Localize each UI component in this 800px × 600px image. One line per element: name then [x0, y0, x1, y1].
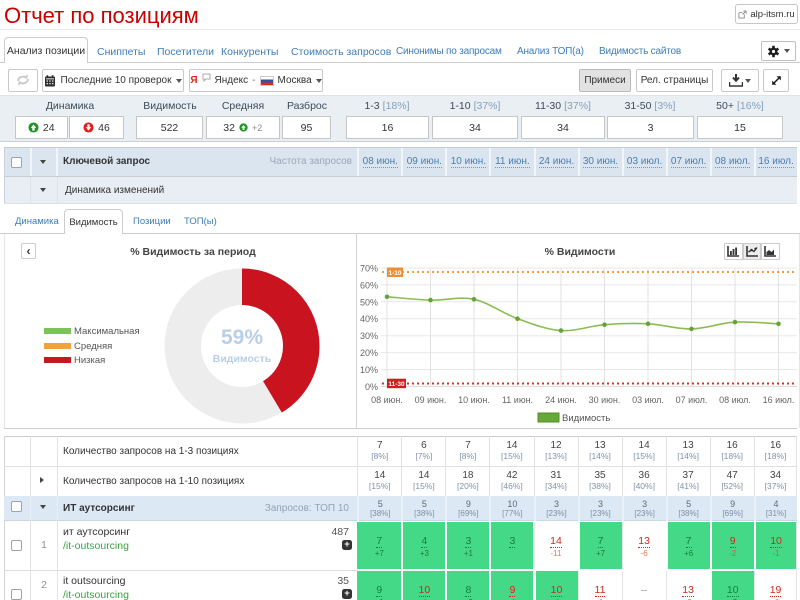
svg-text:03 июл.: 03 июл. [632, 395, 664, 405]
svg-text:50%: 50% [360, 297, 378, 307]
svg-text:70%: 70% [360, 264, 378, 274]
svg-text:10 июн.: 10 июн. [458, 395, 490, 405]
svg-text:08 июл.: 08 июл. [719, 395, 751, 405]
svg-text:1-10: 1-10 [388, 270, 401, 277]
svg-text:07 июл.: 07 июл. [676, 395, 708, 405]
svg-text:30 июн.: 30 июн. [589, 395, 621, 405]
svg-text:Видимость: Видимость [213, 353, 272, 365]
svg-text:09 июн.: 09 июн. [415, 395, 447, 405]
svg-text:16 июл.: 16 июл. [763, 395, 795, 405]
svg-text:Видимость: Видимость [562, 413, 610, 424]
svg-text:60%: 60% [360, 280, 378, 290]
svg-text:59%: 59% [221, 326, 263, 349]
svg-text:0%: 0% [365, 382, 378, 392]
svg-text:30%: 30% [360, 331, 378, 341]
svg-text:10%: 10% [360, 365, 378, 375]
svg-text:08 июн.: 08 июн. [371, 395, 403, 405]
svg-text:11 июн.: 11 июн. [502, 395, 533, 405]
svg-text:11-30: 11-30 [388, 381, 405, 388]
svg-text:40%: 40% [360, 314, 378, 324]
svg-text:20%: 20% [360, 348, 378, 358]
svg-text:24 июн.: 24 июн. [545, 395, 577, 405]
